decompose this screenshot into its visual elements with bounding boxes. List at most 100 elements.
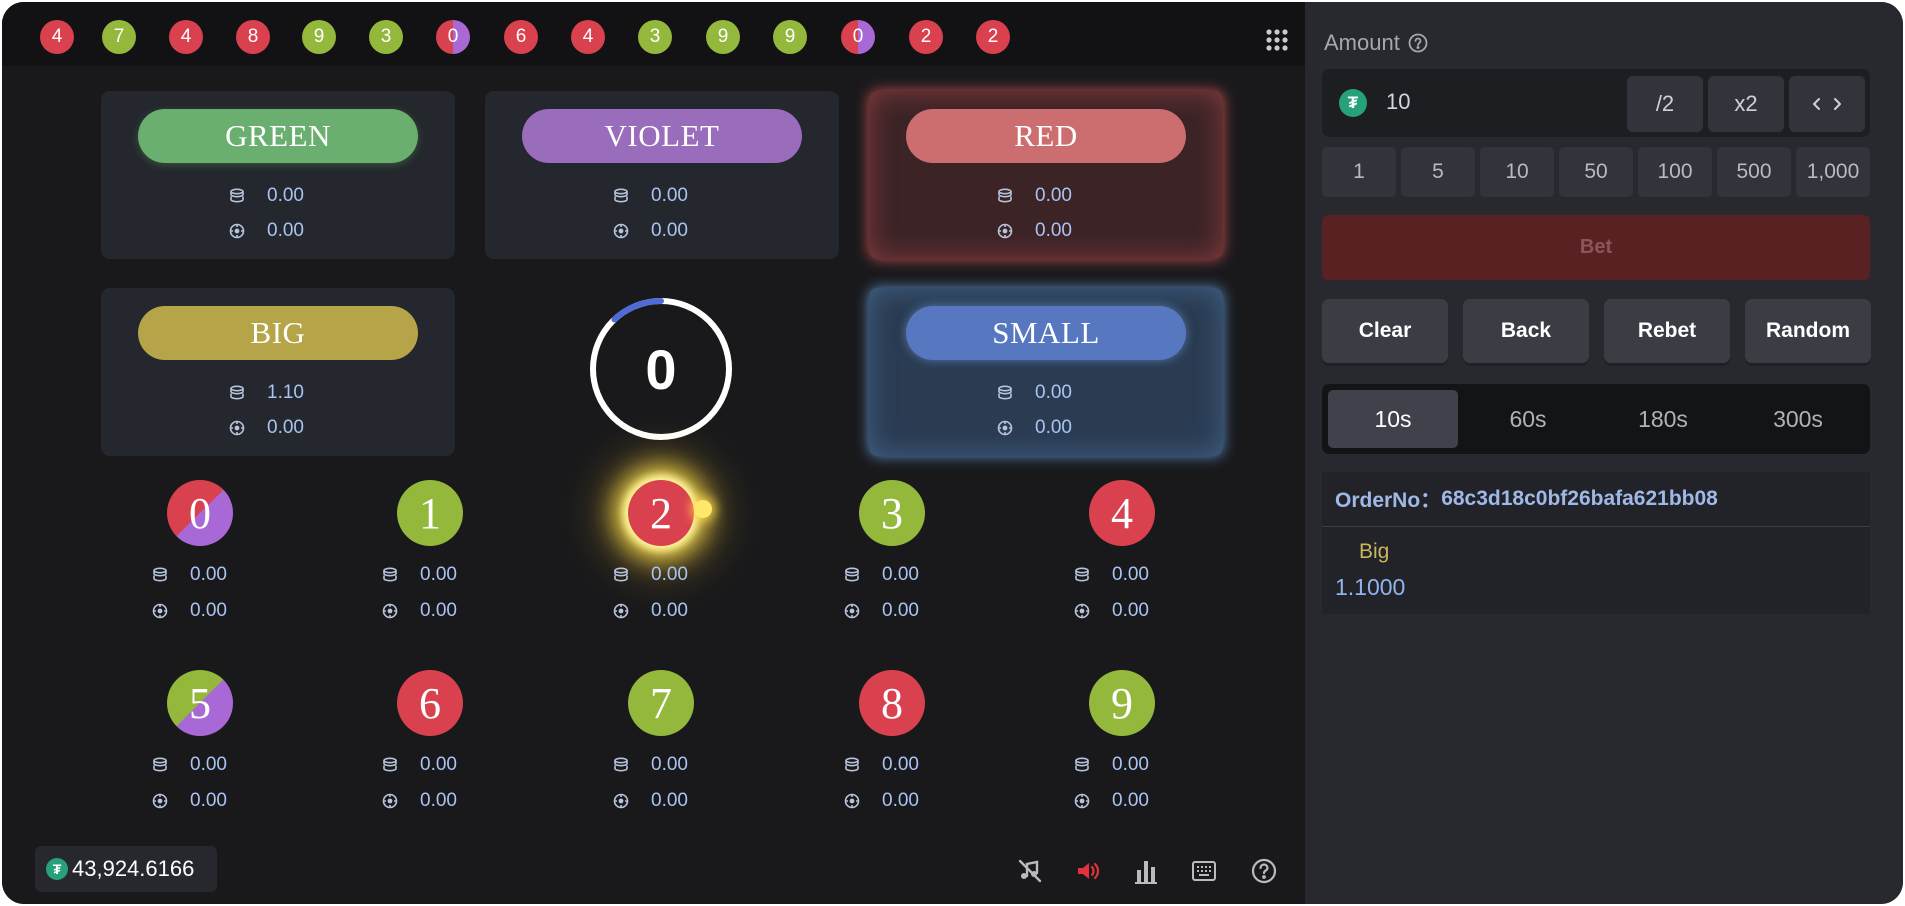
chip-icon xyxy=(844,603,860,619)
number-7-button[interactable]: 7 xyxy=(628,670,694,736)
coins-icon xyxy=(382,567,398,583)
payout-row: 0.00 xyxy=(382,599,457,623)
bet-panel-red[interactable]: RED 0.00 0.00 xyxy=(869,91,1223,259)
payout-value: 0.00 xyxy=(651,600,688,621)
stake-row: 0.00 xyxy=(152,563,227,587)
violet-bet-button[interactable]: VIOLET xyxy=(522,109,802,163)
chip-icon xyxy=(1074,793,1090,809)
history-ball: 3 xyxy=(369,20,403,54)
big-bet-button[interactable]: BIG xyxy=(138,306,418,360)
chip-50-button[interactable]: 50 xyxy=(1559,147,1633,197)
history-ball: 4 xyxy=(169,20,203,54)
coins-icon xyxy=(229,385,245,401)
payout-value: 0.00 xyxy=(882,600,919,621)
chip-icon xyxy=(152,793,168,809)
payout-row: 0.00 xyxy=(844,789,919,813)
amount-input[interactable]: 10 xyxy=(1386,89,1410,115)
number-9-button[interactable]: 9 xyxy=(1089,670,1155,736)
tether-icon: ₮ xyxy=(46,858,68,880)
payout-value: 0.00 xyxy=(267,220,304,241)
chip-icon xyxy=(152,603,168,619)
halve-button[interactable]: /2 xyxy=(1627,76,1703,132)
random-button[interactable]: Random xyxy=(1745,299,1871,363)
payout-row: 0.00 xyxy=(152,599,227,623)
payout-row: 0.00 xyxy=(613,789,688,813)
chip-icon xyxy=(382,603,398,619)
order-label: OrderNo： xyxy=(1335,489,1442,512)
stats-icon[interactable] xyxy=(1133,858,1159,884)
rebet-button[interactable]: Rebet xyxy=(1604,299,1730,363)
music-off-icon[interactable] xyxy=(1017,858,1043,884)
double-button[interactable]: x2 xyxy=(1708,76,1784,132)
help-icon[interactable] xyxy=(1251,858,1277,884)
payout-row: 0.00 xyxy=(382,789,457,813)
number-6-button[interactable]: 6 xyxy=(397,670,463,736)
grid-icon[interactable] xyxy=(1265,28,1289,52)
stake-row: 0.00 xyxy=(997,381,1072,405)
tab-60s[interactable]: 60s xyxy=(1463,390,1593,448)
chip-icon xyxy=(613,223,629,239)
number-4-button[interactable]: 4 xyxy=(1089,480,1155,546)
bet-panel-green[interactable]: GREEN 0.00 0.00 xyxy=(101,91,455,259)
small-bet-button[interactable]: SMALL xyxy=(906,306,1186,360)
tab-10s[interactable]: 10s xyxy=(1328,390,1458,448)
number-8-button[interactable]: 8 xyxy=(859,670,925,736)
help-icon[interactable] xyxy=(1408,33,1428,53)
result-history-bar: 4 7 4 8 9 3 0 6 4 3 9 9 0 2 2 xyxy=(2,2,1305,66)
coins-icon xyxy=(1074,567,1090,583)
amount-label: Amount xyxy=(1324,30,1428,56)
green-bet-button[interactable]: GREEN xyxy=(138,109,418,163)
bet-button[interactable]: Bet xyxy=(1322,215,1870,280)
history-ball: 2 xyxy=(909,20,943,54)
back-button[interactable]: Back xyxy=(1463,299,1589,363)
coins-icon xyxy=(613,188,629,204)
payout-row: 0.00 xyxy=(613,219,688,243)
number-2-button[interactable]: 2 xyxy=(628,480,694,546)
bet-panel-small[interactable]: SMALL 0.00 0.00 xyxy=(869,288,1223,456)
clear-button[interactable]: Clear xyxy=(1322,299,1448,363)
stake-row: 0.00 xyxy=(844,563,919,587)
history-ball: 4 xyxy=(571,20,605,54)
sparkle xyxy=(694,500,712,518)
stake-value: 0.00 xyxy=(882,754,919,775)
number-5-button[interactable]: 5 xyxy=(167,670,233,736)
coins-icon xyxy=(844,757,860,773)
payout-row: 0.00 xyxy=(997,416,1072,440)
number-0-button[interactable]: 0 xyxy=(167,480,233,546)
number-1-button[interactable]: 1 xyxy=(397,480,463,546)
chip-100-button[interactable]: 100 xyxy=(1638,147,1712,197)
chip-icon xyxy=(613,603,629,619)
coins-icon xyxy=(382,757,398,773)
order-header: OrderNo： 68c3d18c0bf26bafa621bb08 xyxy=(1322,472,1870,527)
stake-value: 0.00 xyxy=(651,185,688,206)
stake-row: 0.00 xyxy=(997,184,1072,208)
chip-500-button[interactable]: 500 xyxy=(1717,147,1791,197)
chip-1000-button[interactable]: 1,000 xyxy=(1796,147,1870,197)
payout-value: 0.00 xyxy=(190,600,227,621)
payout-value: 0.00 xyxy=(1112,790,1149,811)
amount-input-row[interactable]: ₮ 10 /2 x2 xyxy=(1322,69,1870,137)
order-bet-type: Big xyxy=(1359,540,1390,563)
stake-value: 0.00 xyxy=(1112,754,1149,775)
number-3-button[interactable]: 3 xyxy=(859,480,925,546)
bet-panel-violet[interactable]: VIOLET 0.00 0.00 xyxy=(485,91,839,259)
stake-row: 0.00 xyxy=(1074,753,1149,777)
bet-panel-big[interactable]: BIG 1.10 0.00 xyxy=(101,288,455,456)
coins-icon xyxy=(997,385,1013,401)
history-ball: 0 xyxy=(841,20,875,54)
chip-5-button[interactable]: 5 xyxy=(1401,147,1475,197)
history-ball: 4 xyxy=(40,20,74,54)
bet-control-panel: Amount ₮ 10 /2 x2 1 5 10 50 100 500 1,00… xyxy=(1305,2,1903,904)
coins-icon xyxy=(613,567,629,583)
coins-icon xyxy=(997,188,1013,204)
tab-300s[interactable]: 300s xyxy=(1733,390,1863,448)
tab-180s[interactable]: 180s xyxy=(1598,390,1728,448)
chip-1-button[interactable]: 1 xyxy=(1322,147,1396,197)
chip-10-button[interactable]: 10 xyxy=(1480,147,1554,197)
stake-row: 0.00 xyxy=(152,753,227,777)
red-bet-button[interactable]: RED xyxy=(906,109,1186,163)
payout-value: 0.00 xyxy=(420,600,457,621)
keyboard-icon[interactable] xyxy=(1191,858,1217,884)
arrows-icon[interactable] xyxy=(1789,76,1865,132)
speaker-icon[interactable] xyxy=(1075,858,1101,884)
